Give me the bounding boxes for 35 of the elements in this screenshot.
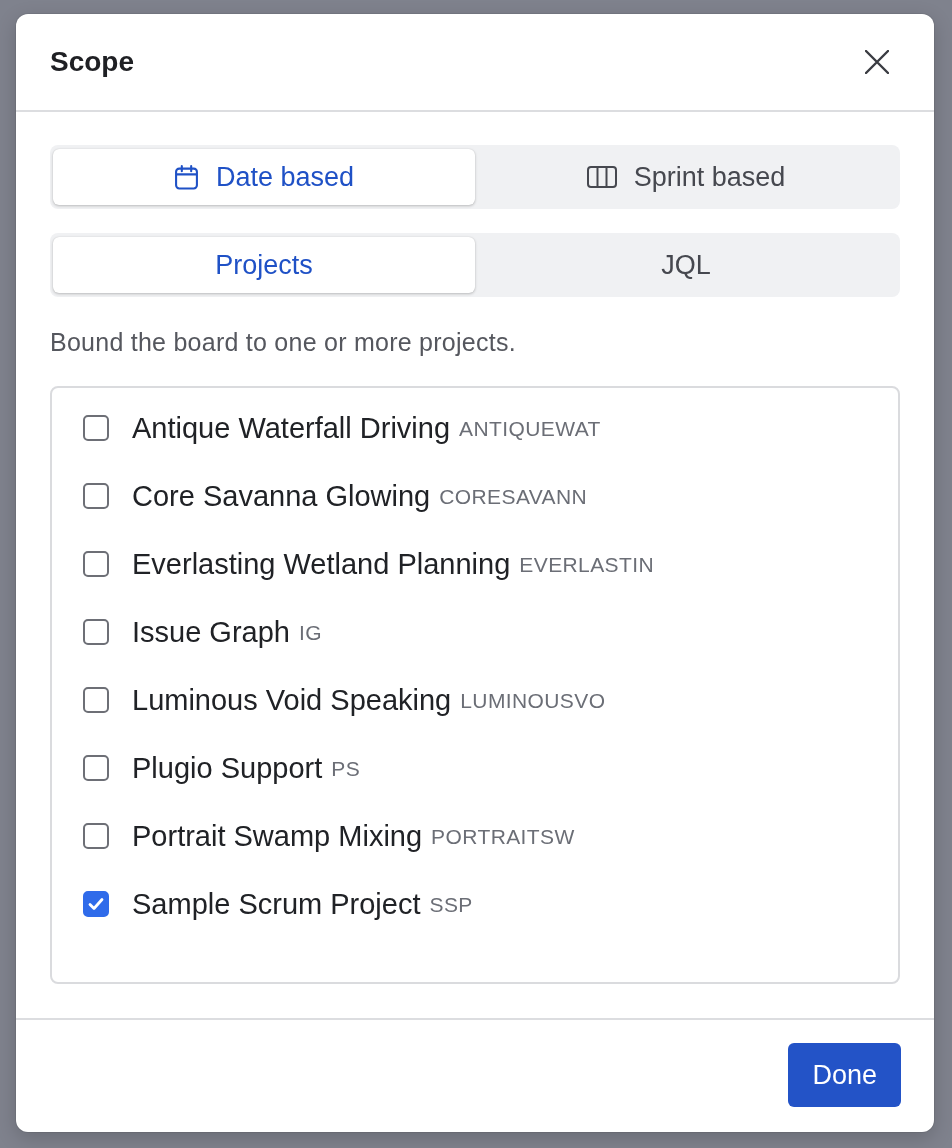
project-key: IG	[299, 621, 322, 645]
project-name[interactable]: Sample Scrum Project	[132, 887, 421, 921]
project-name[interactable]: Portrait Swamp Mixing	[132, 819, 423, 853]
tab[interactable]: Date based	[53, 149, 475, 205]
project-name[interactable]: Luminous Void Speaking	[132, 683, 452, 717]
columns-icon	[586, 166, 617, 188]
checkbox[interactable]	[83, 551, 109, 577]
checkbox[interactable]	[83, 415, 109, 441]
calendar-icon	[173, 164, 199, 190]
check-icon	[88, 897, 104, 911]
tab[interactable]: JQL	[475, 237, 897, 293]
checkbox[interactable]	[83, 891, 109, 917]
tab[interactable]: Projects	[53, 237, 475, 293]
project-name[interactable]: Antique Waterfall Driving	[132, 411, 451, 445]
project-name[interactable]: Issue Graph	[132, 615, 290, 649]
project-key: PORTRAITSW	[431, 825, 575, 849]
checkbox[interactable]	[83, 755, 109, 781]
checkbox[interactable]	[83, 619, 109, 645]
close-icon	[865, 50, 889, 74]
project-key: ANTIQUEWAT	[459, 417, 601, 441]
project-name[interactable]: Plugio Support	[132, 751, 323, 785]
description-text: Bound the board to one or more projects.	[50, 328, 517, 357]
project-name[interactable]: Core Savanna Glowing	[132, 479, 431, 513]
checkbox[interactable]	[83, 483, 109, 509]
checkbox[interactable]	[83, 823, 109, 849]
project-key: LUMINOUSVO	[460, 689, 606, 713]
project-key: CORESAVANN	[439, 485, 588, 509]
dialog-title: Scope	[50, 46, 135, 78]
tab[interactable]: Sprint based	[475, 149, 897, 205]
project-key: EVERLASTIN	[519, 553, 655, 577]
done-button[interactable]: Done	[788, 1043, 901, 1107]
project-key: PS	[331, 757, 361, 781]
project-name[interactable]: Everlasting Wetland Planning	[132, 547, 511, 581]
project-key: SSP	[429, 893, 473, 917]
checkbox[interactable]	[83, 687, 109, 713]
